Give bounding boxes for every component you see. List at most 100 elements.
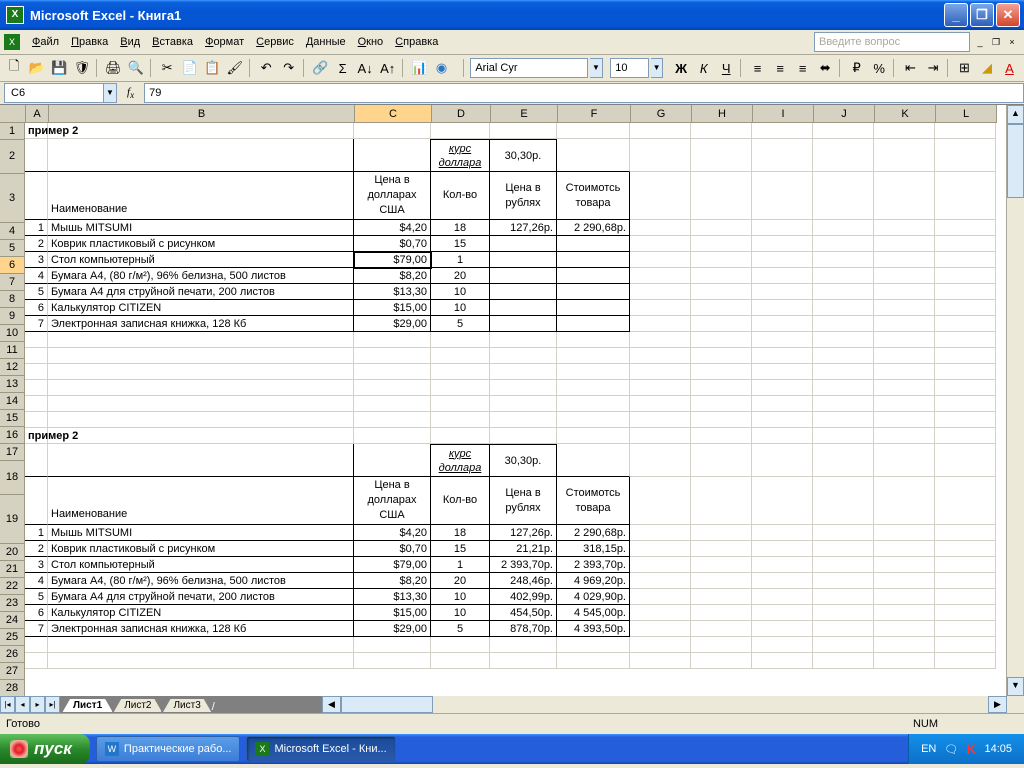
cell[interactable] (557, 412, 630, 428)
cell[interactable] (752, 252, 813, 268)
cell[interactable] (48, 653, 354, 669)
cell[interactable] (691, 621, 752, 637)
cell[interactable] (752, 541, 813, 557)
sheet-tab-1[interactable]: Лист1 (62, 699, 113, 713)
cell[interactable] (691, 172, 752, 220)
row-header-24[interactable]: 24 (0, 612, 25, 629)
cell[interactable] (752, 364, 813, 380)
cell[interactable] (874, 573, 935, 589)
row-header-9[interactable]: 9 (0, 308, 25, 325)
cell[interactable] (691, 139, 752, 172)
cell[interactable] (490, 348, 557, 364)
cell[interactable] (490, 364, 557, 380)
cell[interactable] (691, 316, 752, 332)
doc-minimize-button[interactable]: _ (972, 35, 988, 49)
cell[interactable] (935, 284, 996, 300)
copy-icon[interactable]: 📄 (179, 57, 200, 79)
font-size-selector[interactable]: 10 (610, 58, 649, 78)
cell[interactable] (354, 396, 431, 412)
cell[interactable] (874, 364, 935, 380)
bold-button[interactable]: Ж (671, 57, 692, 79)
row-header-19[interactable]: 19 (0, 495, 25, 544)
cell[interactable]: 7 (25, 621, 48, 637)
cell[interactable]: 1 (25, 220, 48, 236)
cell[interactable]: 4 (25, 573, 48, 589)
cell[interactable] (874, 557, 935, 573)
cell[interactable] (935, 605, 996, 621)
system-tray[interactable]: EN 🗨 K 14:05 (908, 734, 1024, 764)
font-selector[interactable]: Arial Cyr (470, 58, 588, 78)
cell[interactable] (874, 428, 935, 444)
menu-view[interactable]: Вид (114, 33, 146, 51)
cell[interactable] (25, 653, 48, 669)
cell[interactable] (48, 348, 354, 364)
cell[interactable] (431, 396, 490, 412)
col-header-C[interactable]: C (355, 105, 432, 123)
cell[interactable]: $4,20 (354, 525, 431, 541)
cell[interactable] (752, 525, 813, 541)
cell[interactable] (354, 412, 431, 428)
cell[interactable] (813, 428, 874, 444)
cell[interactable]: 10 (431, 284, 490, 300)
scroll-down-button[interactable]: ▼ (1007, 677, 1024, 696)
cell[interactable] (48, 444, 354, 477)
cell[interactable]: $15,00 (354, 300, 431, 316)
cell[interactable] (813, 348, 874, 364)
tab-next-button[interactable]: ▸ (30, 696, 45, 713)
row-header-18[interactable]: 18 (0, 461, 25, 495)
cell[interactable] (813, 444, 874, 477)
cell[interactable] (490, 653, 557, 669)
cell[interactable] (48, 637, 354, 653)
cell[interactable] (935, 444, 996, 477)
cell[interactable]: курс доллара (431, 444, 490, 477)
col-header-D[interactable]: D (432, 105, 491, 123)
cell[interactable] (630, 653, 691, 669)
cell[interactable] (752, 284, 813, 300)
doc-close-button[interactable]: × (1004, 35, 1020, 49)
cell[interactable] (25, 444, 48, 477)
cell[interactable] (630, 621, 691, 637)
cell[interactable] (354, 348, 431, 364)
cell[interactable] (431, 348, 490, 364)
cell[interactable] (691, 332, 752, 348)
cell[interactable]: 2 393,70р. (490, 557, 557, 573)
cell[interactable] (490, 316, 557, 332)
cell[interactable]: Калькулятор CITIZEN (48, 605, 354, 621)
row-header-7[interactable]: 7 (0, 274, 25, 291)
scroll-left-button[interactable]: ◀ (322, 696, 341, 713)
cell[interactable]: $0,70 (354, 236, 431, 252)
cell[interactable] (691, 605, 752, 621)
cell[interactable] (935, 316, 996, 332)
hyperlink-icon[interactable]: 🔗 (310, 57, 331, 79)
cell[interactable] (557, 396, 630, 412)
cell[interactable] (557, 268, 630, 284)
cell[interactable] (691, 268, 752, 284)
cell[interactable] (813, 316, 874, 332)
font-dropdown[interactable]: ▼ (590, 58, 602, 78)
cell[interactable]: 2 (25, 236, 48, 252)
cell[interactable] (354, 332, 431, 348)
cell[interactable]: 318,15р. (557, 541, 630, 557)
cell[interactable] (752, 268, 813, 284)
maximize-button[interactable]: ❐ (970, 3, 994, 27)
cell[interactable] (630, 605, 691, 621)
cell[interactable] (691, 380, 752, 396)
menu-data[interactable]: Данные (300, 33, 352, 51)
italic-button[interactable]: К (693, 57, 714, 79)
cell[interactable] (813, 380, 874, 396)
cell[interactable]: $79,00 (354, 557, 431, 573)
cell[interactable]: $8,20 (354, 573, 431, 589)
cell[interactable] (490, 428, 557, 444)
cell[interactable] (490, 412, 557, 428)
row-header-15[interactable]: 15 (0, 410, 25, 427)
cell[interactable] (557, 380, 630, 396)
row-header-28[interactable]: 28 (0, 680, 25, 697)
cell[interactable] (813, 541, 874, 557)
font-color-icon[interactable]: A (999, 57, 1020, 79)
cell[interactable] (874, 268, 935, 284)
cell[interactable] (630, 477, 691, 525)
cell[interactable]: 15 (431, 236, 490, 252)
col-header-E[interactable]: E (491, 105, 558, 123)
cell[interactable] (557, 236, 630, 252)
menu-window[interactable]: Окно (352, 33, 390, 51)
